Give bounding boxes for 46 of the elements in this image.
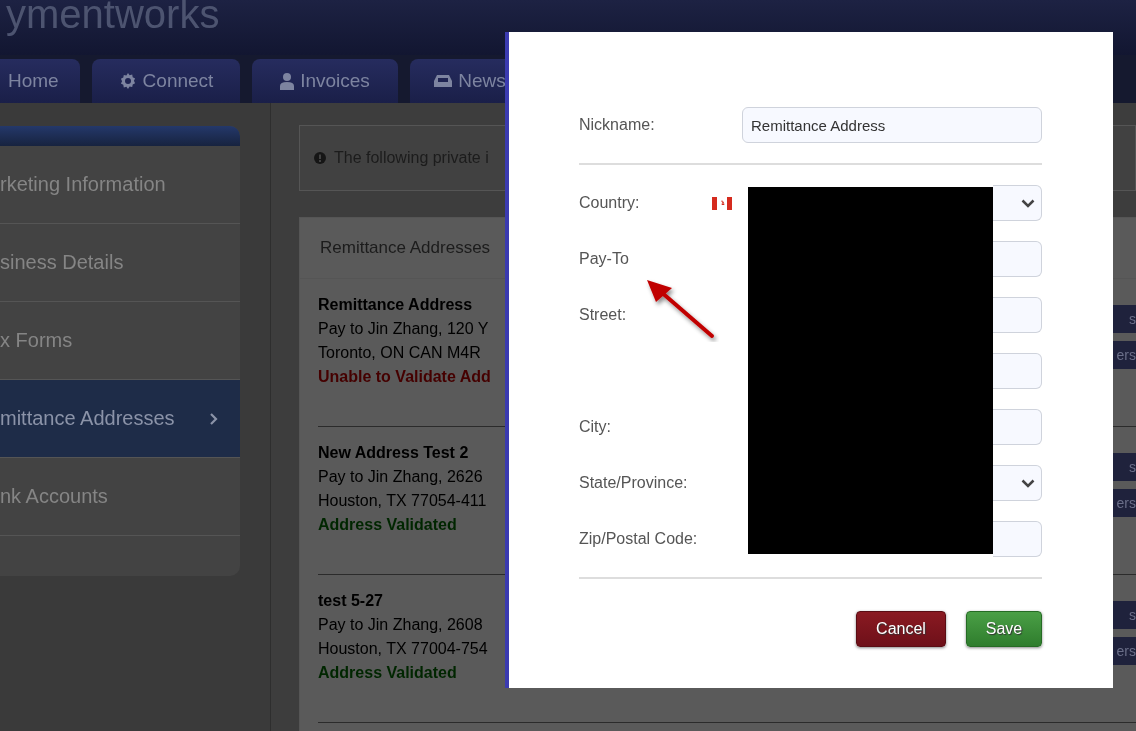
- sidebar-item[interactable]: nk Accounts: [0, 458, 240, 536]
- field-label: Nickname:: [579, 116, 655, 134]
- address-line: Houston, TX 77004-754: [318, 639, 488, 659]
- address-line: Houston, TX 77054-411: [318, 491, 487, 511]
- input-field[interactable]: [993, 297, 1042, 333]
- save-button[interactable]: Save: [966, 611, 1042, 647]
- sidebar-item[interactable]: mittance Addresses: [0, 380, 240, 458]
- address-line: Pay to Jin Zhang, 2608: [318, 615, 484, 635]
- sidebar-item[interactable]: rketing Information: [0, 146, 240, 224]
- address-line: Toronto, ON CAN M4R: [318, 343, 482, 363]
- validation-status: Address Validated: [318, 515, 458, 535]
- input-field[interactable]: [993, 241, 1042, 277]
- address-name: test 5-27: [318, 591, 384, 611]
- nav-tab[interactable]: Invoices: [252, 59, 398, 103]
- input-field[interactable]: [993, 521, 1042, 557]
- field-label: Pay-To: [579, 250, 629, 268]
- address-name: New Address Test 2: [318, 443, 470, 463]
- nav-tab[interactable]: Connect: [92, 59, 240, 103]
- person-icon: [280, 72, 295, 90]
- nickname-field[interactable]: Remittance Address: [742, 107, 1042, 143]
- flag-icon: [712, 196, 732, 210]
- validation-status: Unable to Validate Add: [318, 367, 491, 387]
- chevron-down-icon: [1021, 478, 1035, 488]
- arrow-annotation: [647, 280, 714, 338]
- field-label: Country:: [579, 194, 640, 212]
- chevron-right-icon: [210, 412, 218, 425]
- field-label: Zip/Postal Code:: [579, 530, 698, 548]
- sidebar-item[interactable]: siness Details: [0, 224, 240, 302]
- inbox-icon: [434, 74, 453, 88]
- cancel-button[interactable]: Cancel: [856, 611, 946, 647]
- gear-icon: [118, 72, 137, 90]
- dropdown-field[interactable]: [993, 465, 1042, 501]
- address-line: Pay to Jin Zhang, 120 Y: [318, 319, 490, 339]
- field-label: State/Province:: [579, 474, 688, 492]
- input-field[interactable]: [993, 353, 1042, 389]
- field-label: City:: [579, 418, 611, 436]
- field-label: Street:: [579, 306, 627, 324]
- chevron-down-icon: [1021, 198, 1035, 208]
- address-line: Pay to Jin Zhang, 2626: [318, 467, 484, 487]
- info-icon: [314, 152, 326, 164]
- address-name: Remittance Address: [318, 295, 474, 315]
- input-field[interactable]: [993, 409, 1042, 445]
- nav-tab[interactable]: Home: [0, 59, 80, 103]
- panel-title: Remittance Addresses: [320, 238, 491, 258]
- dropdown-field[interactable]: [993, 185, 1042, 221]
- validation-status: Address Validated: [318, 663, 458, 683]
